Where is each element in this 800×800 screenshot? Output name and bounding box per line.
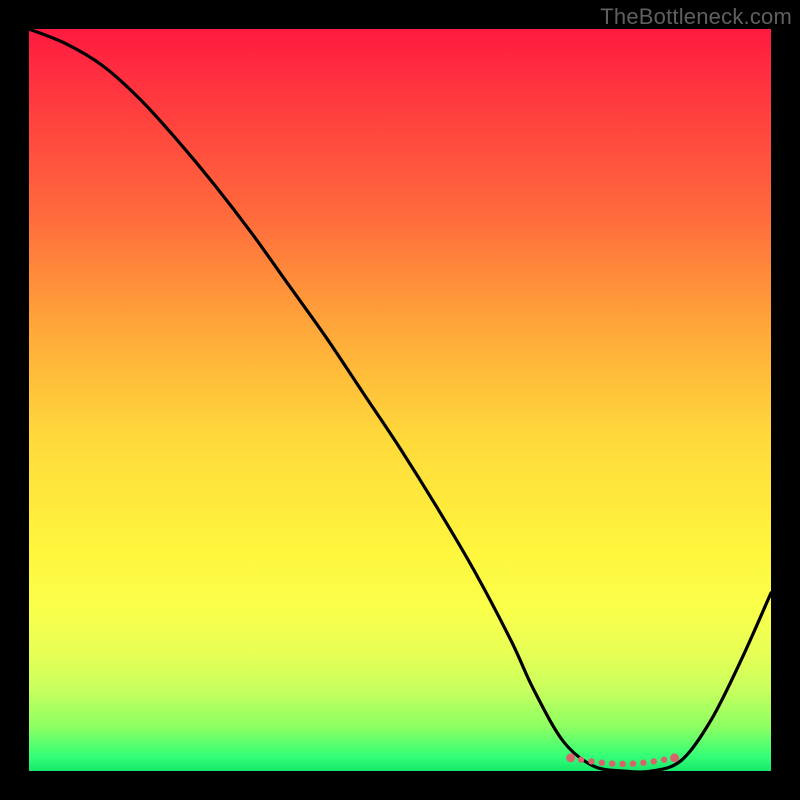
optimum-marker-dot xyxy=(651,758,657,764)
optimum-marker xyxy=(566,753,679,767)
optimum-marker-dot xyxy=(640,760,646,766)
watermark-text: TheBottleneck.com xyxy=(600,4,792,30)
optimum-marker-dot xyxy=(609,760,615,766)
plot-area xyxy=(29,29,771,771)
optimum-marker-dot xyxy=(619,761,625,767)
bottleneck-curve xyxy=(29,29,771,772)
chart-frame: TheBottleneck.com xyxy=(0,0,800,800)
optimum-marker-dot xyxy=(566,753,575,762)
optimum-marker-dot xyxy=(661,757,667,763)
optimum-marker-dot xyxy=(630,760,636,766)
optimum-marker-dot xyxy=(578,757,584,763)
optimum-marker-dot xyxy=(599,760,605,766)
optimum-marker-dot xyxy=(588,758,594,764)
optimum-marker-dot xyxy=(670,753,679,762)
curve-layer xyxy=(29,29,771,771)
